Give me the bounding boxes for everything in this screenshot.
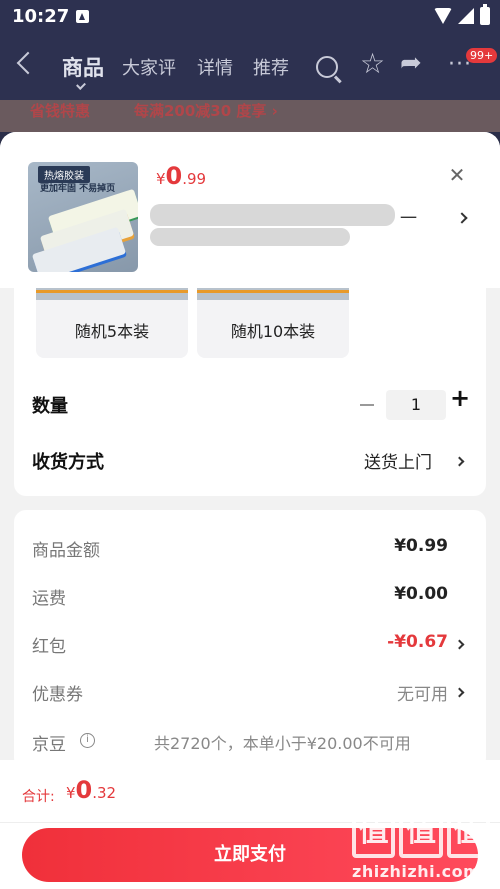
battery-icon [480,4,490,25]
delivery-label: 收货方式 [32,452,104,473]
watermark-char: 值 [446,808,490,858]
notification-icon [76,10,89,23]
fee-value: ¥0.00 [394,584,448,604]
search-icon[interactable] [316,56,338,78]
quantity-input[interactable]: 1 [386,390,446,420]
watermark-logo: 值 值 值 [352,808,490,858]
fee-breakdown: 商品金额 ¥0.99 运费 ¥0.00 红包 -¥0.67 优惠券 无可用 京豆… [14,510,486,770]
tab-product[interactable]: 商品 [62,52,104,82]
close-icon[interactable]: ✕ [446,164,468,186]
tab-reviews[interactable]: 大家评 [122,54,176,80]
chevron-right-icon[interactable] [456,212,468,224]
variant-option[interactable]: 随机10本装 [197,288,349,358]
tab-details[interactable]: 详情 [197,54,233,80]
total-label: 合计: [22,789,55,805]
total-amount: ¥0.32 [66,776,116,804]
variant-image [197,288,349,300]
delivery-method[interactable]: 送货上门 [364,448,432,473]
status-icons [434,4,490,25]
total-integer: 0 [75,776,93,804]
chevron-right-icon[interactable] [454,687,465,698]
quantity-label: 数量 [32,396,68,417]
chevron-right-icon[interactable] [454,456,465,467]
wifi-icon [434,8,452,24]
product-title-tail: 一 [400,209,417,229]
background-promo-right: 每满200减30 度享 › [134,102,278,120]
watermark-char: 值 [399,808,443,858]
back-icon[interactable] [16,51,40,75]
price-integer: 0 [165,162,183,190]
redacted-title [150,204,395,226]
overlay-background[interactable]: 省钱特惠 每满200减30 度享 › [0,100,500,132]
watermark-char: 值 [352,808,396,858]
fee-label: 商品金额 [32,541,100,561]
background-promo-left: 省钱特惠 [30,102,91,120]
total-symbol: ¥ [66,784,76,802]
total-decimal: .32 [92,784,117,802]
variant-label: 随机5本装 [74,322,150,341]
watermark-site: zhizhizhi.com [352,862,481,881]
status-time: 10:27 [12,6,70,27]
redacted-title [150,228,350,246]
product-price: ¥0.99 [156,162,206,190]
star-icon[interactable]: ☆ [360,50,385,78]
variant-option[interactable]: 随机5本装 [36,288,188,358]
price-symbol: ¥ [156,170,166,188]
variant-image [36,288,188,300]
thumbnail-caption: 更加牢固 不易掉页 [40,184,116,194]
signal-icon [458,8,474,24]
increase-button[interactable]: + [450,384,470,412]
product-thumbnail: 热熔胶装 更加牢固 不易掉页 [28,162,138,272]
order-sheet: 热熔胶装 更加牢固 不易掉页 ¥0.99 一 ✕ 随机5本装 随机10本装 数量… [0,132,500,889]
jd-bean-label: 京豆 [32,735,66,755]
decrease-button[interactable] [360,404,374,406]
info-icon[interactable]: i [80,733,95,748]
fee-label: 运费 [32,589,66,609]
options-card: 随机5本装 随机10本装 数量 1 + 收货方式 送货上门 [14,288,486,496]
chevron-right-icon[interactable] [454,639,465,650]
price-decimal: .99 [182,170,207,188]
variant-label: 随机10本装 [230,322,316,341]
coupon-value[interactable]: 无可用 [397,680,448,705]
red-packet-label: 红包 [32,637,66,657]
share-icon[interactable]: ➦ [400,50,422,76]
red-packet-value[interactable]: -¥0.67 [387,632,448,652]
fee-value: ¥0.99 [394,536,448,556]
jd-bean-note: 共2720个，本单小于¥20.00不可用 [154,734,411,753]
message-badge: 99+ [466,48,498,63]
coupon-label: 优惠券 [32,685,83,705]
status-bar: 10:27 [0,0,500,34]
tab-recommend[interactable]: 推荐 [253,54,289,80]
top-nav: 商品 大家评 详情 推荐 ☆ ➦ ··· 99+ [0,34,500,100]
product-summary: 热熔胶装 更加牢固 不易掉页 ¥0.99 一 ✕ [0,132,500,288]
